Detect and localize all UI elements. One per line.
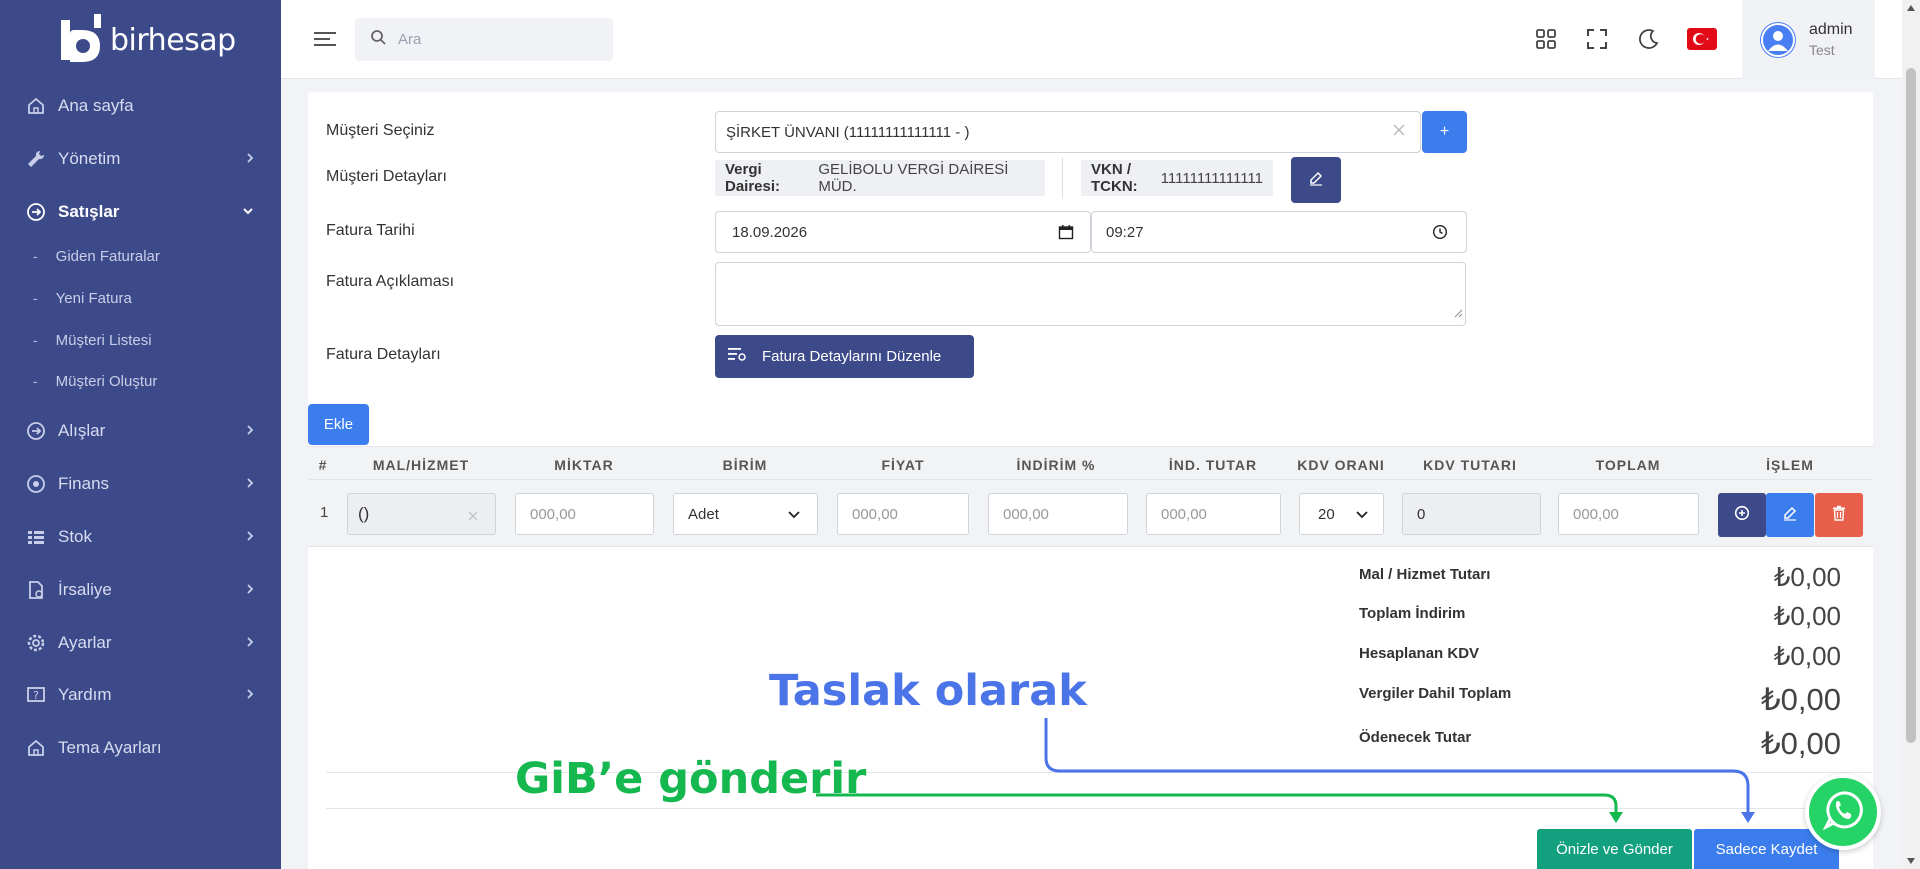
annotation-gib: GiB’e gönderir xyxy=(515,754,867,804)
page-scrollbar[interactable] xyxy=(1902,0,1920,869)
scroll-thumb[interactable] xyxy=(1906,68,1916,743)
annotation-arrows xyxy=(816,718,1755,823)
preview-send-button[interactable]: Önizle ve Gönder xyxy=(1537,829,1692,869)
annotation-draft: Taslak olarak xyxy=(769,666,1087,716)
whatsapp-button[interactable] xyxy=(1805,774,1881,850)
whatsapp-icon xyxy=(1821,788,1865,837)
